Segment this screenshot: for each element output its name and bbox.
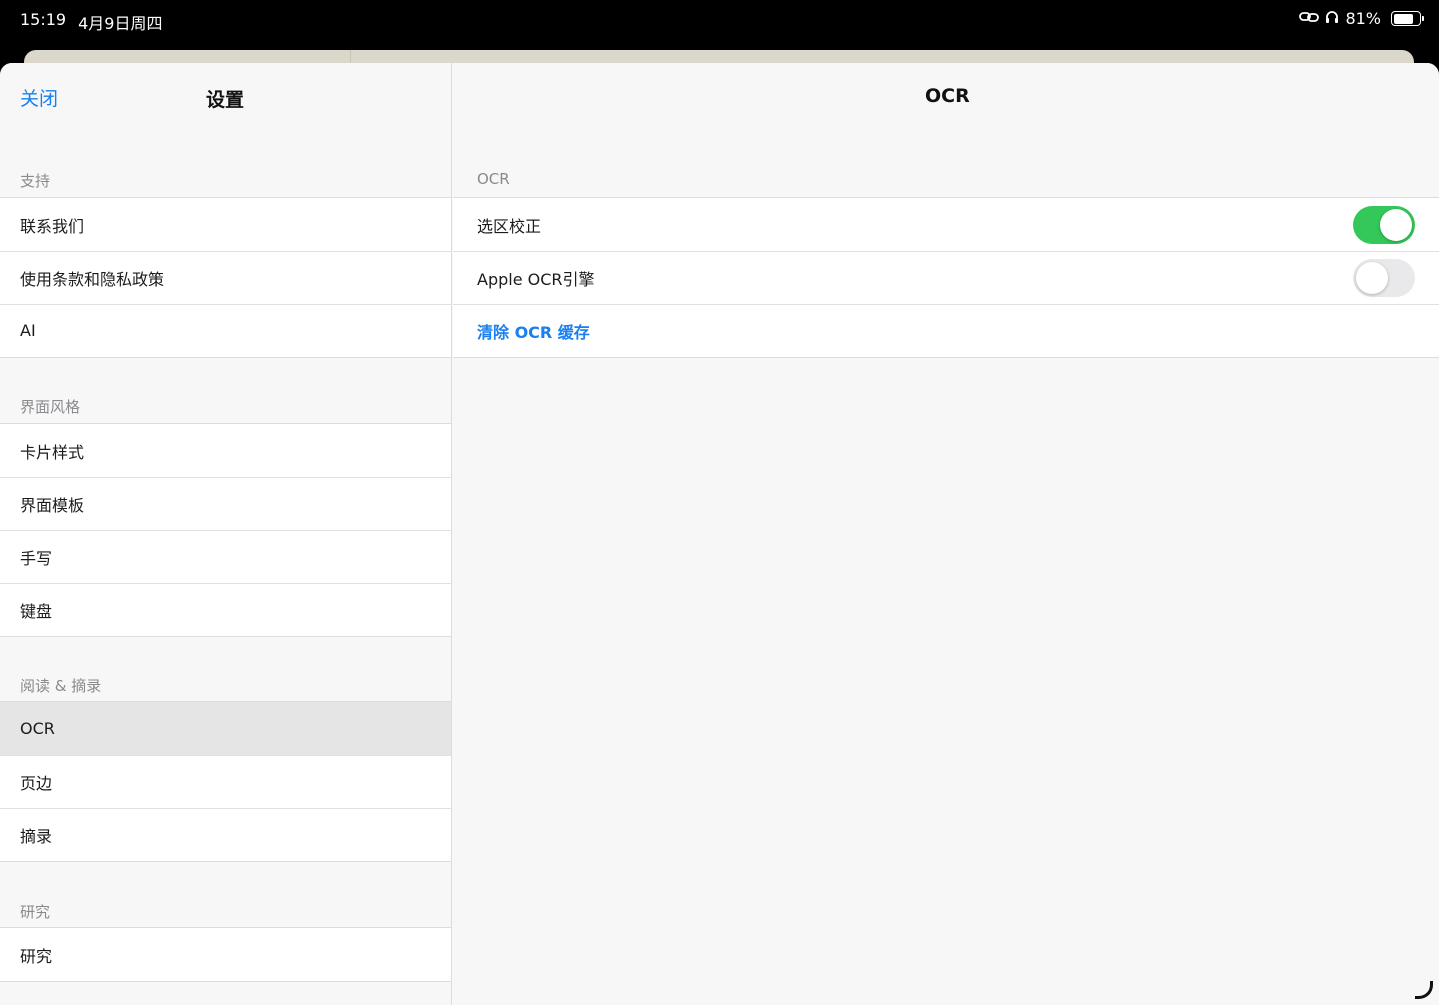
sidebar-item-label: OCR	[20, 719, 55, 738]
clear-ocr-cache-label: 清除 OCR 缓存	[477, 322, 590, 342]
selection-correction-label: 选区校正	[477, 216, 542, 236]
selection-correction-toggle[interactable]	[1353, 206, 1415, 244]
battery-fill	[1393, 13, 1413, 24]
section-support: 联系我们 使用条款和隐私政策 AI	[0, 197, 451, 358]
sidebar-item-label: 手写	[20, 548, 53, 568]
close-button[interactable]: 关闭	[20, 84, 58, 111]
sidebar-item-label: AI	[20, 321, 36, 340]
sidebar-item-label: 键盘	[20, 601, 53, 621]
section-reading: OCR 页边 摘录	[0, 701, 451, 862]
sidebar-item-contact-us[interactable]: 联系我们	[0, 198, 451, 251]
ocr-detail-pane: OCR OCR 选区校正 Apple OCR引擎 清除 OCR 缓存	[453, 63, 1439, 1005]
sidebar-item-handwriting[interactable]: 手写	[0, 530, 451, 583]
section-header-research: 研究	[20, 903, 51, 921]
apple-ocr-engine-row: Apple OCR引擎	[453, 251, 1439, 304]
settings-sidebar: 关闭 设置 支持 联系我们 使用条款和隐私政策 AI 界面风格 卡片样式 界面模…	[0, 63, 452, 1005]
sidebar-item-label: 使用条款和隐私政策	[20, 269, 165, 289]
section-header-ocr: OCR	[477, 170, 510, 188]
detail-title: OCR	[925, 85, 970, 107]
link-icon	[1299, 9, 1320, 28]
sidebar-item-label: 界面模板	[20, 495, 85, 515]
apple-ocr-engine-toggle[interactable]	[1353, 259, 1415, 297]
resize-handle-icon[interactable]	[1415, 981, 1433, 999]
sidebar-item-ai[interactable]: AI	[0, 304, 451, 357]
clear-ocr-cache-button[interactable]: 清除 OCR 缓存	[453, 304, 1439, 357]
selection-correction-row: 选区校正	[453, 198, 1439, 251]
apple-ocr-engine-label: Apple OCR引擎	[477, 269, 595, 289]
battery-percent: 81%	[1345, 9, 1381, 28]
sidebar-item-card-style[interactable]: 卡片样式	[0, 424, 451, 477]
sidebar-item-label: 页边	[20, 773, 53, 793]
sidebar-item-interface-template[interactable]: 界面模板	[0, 477, 451, 530]
status-date: 4月9日周四	[78, 14, 163, 33]
toggle-knob	[1356, 262, 1388, 294]
sidebar-navbar: 关闭 设置	[0, 63, 451, 131]
headphones-icon	[1325, 9, 1339, 28]
sidebar-item-label: 摘录	[20, 826, 53, 846]
sidebar-item-research[interactable]: 研究	[0, 928, 451, 981]
settings-sheet: 关闭 设置 支持 联系我们 使用条款和隐私政策 AI 界面风格 卡片样式 界面模…	[0, 63, 1439, 1005]
sidebar-item-ocr[interactable]: OCR	[0, 702, 451, 755]
sidebar-item-keyboard[interactable]: 键盘	[0, 583, 451, 636]
section-appearance: 卡片样式 界面模板 手写 键盘	[0, 423, 451, 637]
sidebar-item-terms-privacy[interactable]: 使用条款和隐私政策	[0, 251, 451, 304]
section-header-support: 支持	[20, 172, 51, 190]
section-research: 研究	[0, 927, 451, 982]
sidebar-item-label: 卡片样式	[20, 442, 85, 462]
sidebar-item-label: 联系我们	[20, 216, 85, 236]
status-bar: 15:19 4月9日周四 81%	[0, 0, 1439, 40]
toggle-knob	[1380, 209, 1412, 241]
sidebar-title: 设置	[206, 89, 245, 111]
sidebar-item-label: 研究	[20, 946, 53, 966]
sidebar-item-excerpt[interactable]: 摘录	[0, 808, 451, 861]
detail-navbar: OCR	[453, 63, 1439, 131]
section-header-appearance: 界面风格	[20, 398, 81, 416]
section-header-reading: 阅读 & 摘录	[20, 677, 102, 695]
status-time: 15:19	[20, 10, 67, 29]
section-ocr-settings: 选区校正 Apple OCR引擎 清除 OCR 缓存	[453, 197, 1439, 358]
sidebar-item-margin[interactable]: 页边	[0, 755, 451, 808]
battery-icon	[1391, 11, 1424, 26]
